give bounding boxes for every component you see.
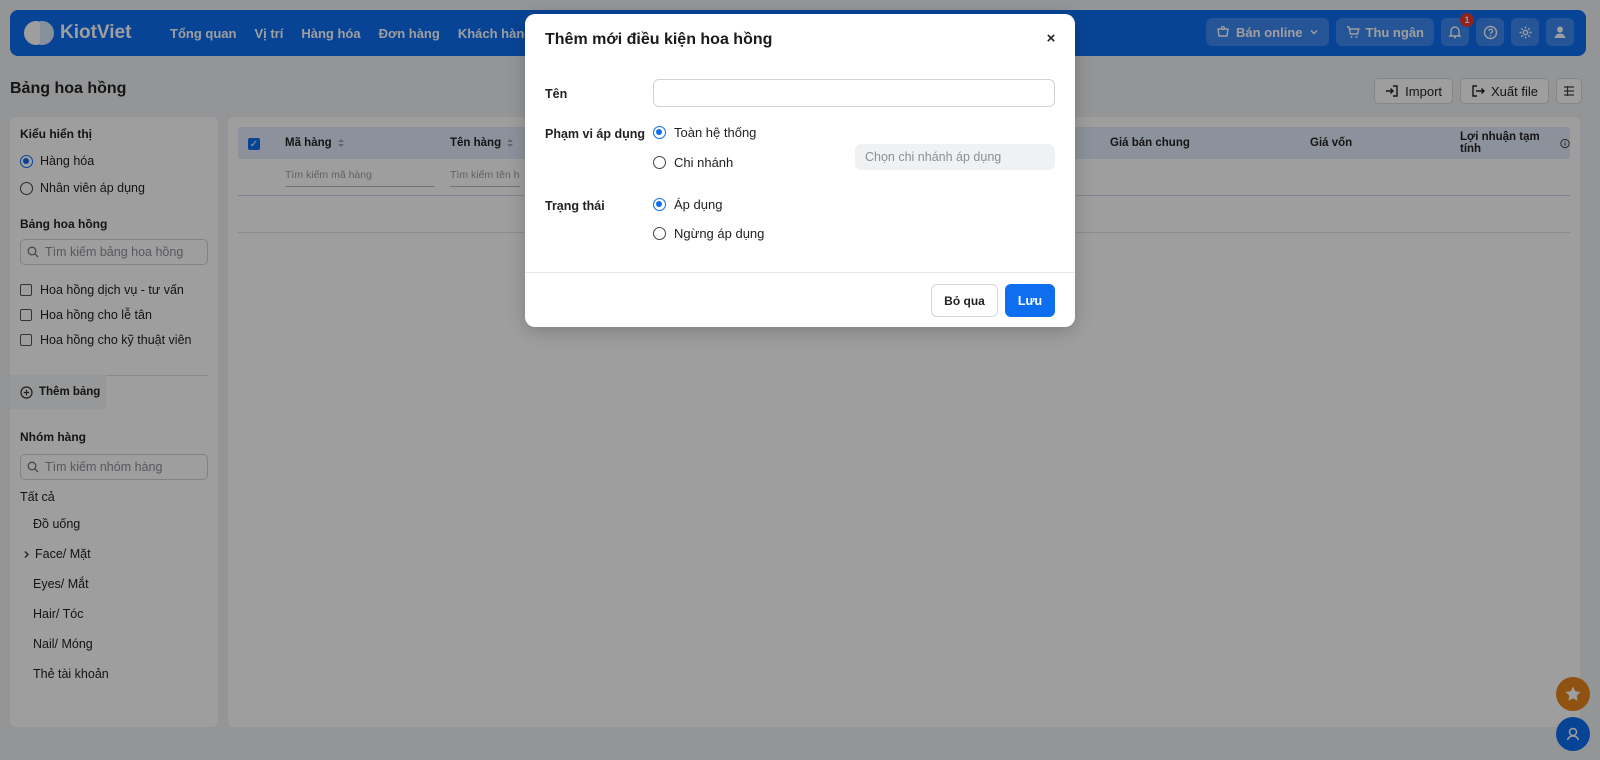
scope-field-label: Phạm vi áp dụng (545, 127, 646, 141)
scope-option-branch[interactable]: Chi nhánh (653, 155, 733, 170)
status-field-label: Trạng thái (545, 199, 605, 213)
radio-unselected[interactable] (653, 156, 666, 169)
status-option-label: Áp dụng (674, 197, 723, 212)
status-option-label: Ngừng áp dụng (674, 226, 765, 241)
skip-button[interactable]: Bỏ qua (931, 284, 998, 317)
dialog-footer-divider (525, 272, 1075, 273)
radio-unselected[interactable] (653, 227, 666, 240)
status-option-stop[interactable]: Ngừng áp dụng (653, 226, 764, 241)
scope-option-label: Toàn hệ thống (674, 125, 757, 140)
dialog-title: Thêm mới điều kiện hoa hồng (545, 31, 773, 48)
close-icon[interactable]: × (1043, 30, 1059, 47)
scope-option-whole-system[interactable]: Toàn hệ thống (653, 125, 756, 140)
radio-selected[interactable] (653, 198, 666, 211)
branch-select[interactable]: Chọn chi nhánh áp dụng (855, 144, 1055, 170)
name-field-label: Tên (545, 87, 568, 101)
status-option-apply[interactable]: Áp dụng (653, 197, 722, 212)
add-commission-condition-dialog: Thêm mới điều kiện hoa hồng × Tên Phạm v… (525, 14, 1075, 327)
save-button[interactable]: Lưu (1005, 284, 1055, 317)
scope-option-label: Chi nhánh (674, 155, 734, 170)
name-field[interactable] (653, 79, 1055, 107)
radio-selected[interactable] (653, 126, 666, 139)
